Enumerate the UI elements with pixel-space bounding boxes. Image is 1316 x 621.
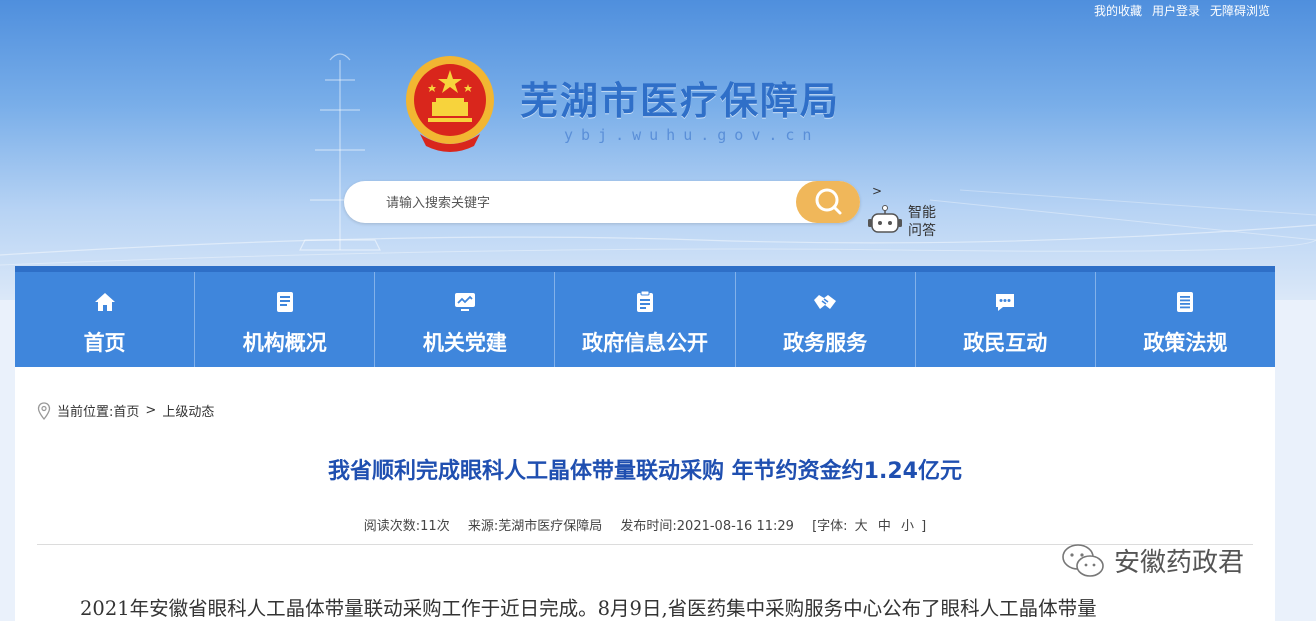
monitor-icon	[454, 293, 475, 311]
nav-item-gov-services[interactable]: 政务服务	[736, 272, 916, 367]
article-first-paragraph: 2021年安徽省眼科人工晶体带量联动采购工作于近日完成。8月9日,省医药集中采购…	[80, 597, 1097, 620]
national-emblem-logo	[406, 56, 494, 152]
site-domain: ybj.wuhu.gov.cn	[564, 126, 820, 144]
breadcrumb-home-link[interactable]: 首页	[113, 401, 139, 420]
smart-qa-arrow: >	[872, 184, 883, 198]
view-count: 阅读次数:11次	[363, 519, 450, 534]
list-icon	[1177, 292, 1194, 312]
watermark: 安徽药政君	[1060, 542, 1244, 579]
nav-item-label: 政务服务	[783, 331, 868, 355]
search-input[interactable]	[384, 191, 788, 215]
clipboard-icon	[636, 290, 653, 312]
breadcrumb: 当前位置: 首页 > 上级动态	[37, 401, 214, 420]
font-size-close: ]	[921, 519, 927, 534]
font-size-medium[interactable]: 中	[878, 519, 891, 534]
handshake-icon	[814, 295, 837, 309]
font-size-large[interactable]: 大	[855, 519, 868, 534]
chat-icon	[996, 294, 1015, 311]
nav-item-label: 机构概况	[242, 331, 327, 355]
article-panel: 当前位置: 首页 > 上级动态 我省顺利完成眼科人工晶体带量联动采购 年节约资金…	[15, 367, 1275, 621]
article-title: 我省顺利完成眼科人工晶体带量联动采购 年节约资金约1.24亿元	[328, 459, 962, 484]
nav-item-label: 机关党建	[422, 331, 507, 355]
wechat-icon	[1062, 543, 1104, 577]
nav-item-label: 政府信息公开	[581, 331, 708, 355]
article-meta: 阅读次数:11次 来源:芜湖市医疗保障局 发布时间:2021-08-16 11:…	[15, 515, 1275, 534]
breadcrumb-current-link[interactable]: 上级动态	[162, 401, 214, 420]
nav-item-label: 首页	[83, 331, 126, 355]
article-source: 来源:芜湖市医疗保障局	[467, 519, 603, 534]
nav-item-home[interactable]: 首页	[15, 272, 196, 367]
watermark-text: 安徽药政君	[1114, 548, 1245, 578]
site-title: 芜湖市医疗保障局	[520, 79, 841, 123]
search-button[interactable]	[796, 181, 860, 223]
main-nav: 首页 机构概况 机关党建 政府信息公开 政务服务 政民互动 政策法规	[15, 266, 1275, 367]
location-pin-icon	[37, 401, 51, 420]
breadcrumb-prefix: 当前位置:	[57, 405, 114, 420]
nav-item-institution[interactable]: 机构概况	[195, 272, 376, 367]
font-size-label: [字体:	[812, 519, 848, 534]
publish-time: 发布时间:2021-08-16 11:29	[620, 519, 794, 534]
search-bar	[344, 181, 860, 223]
robot-icon	[868, 205, 902, 233]
nav-item-label: 政民互动	[963, 331, 1048, 355]
nav-item-party-building[interactable]: 机关党建	[375, 272, 556, 367]
smart-qa-entry[interactable]: > 智能问答	[868, 184, 948, 240]
user-login-link[interactable]: 用户登录	[1152, 2, 1200, 19]
home-icon	[94, 293, 115, 311]
nav-item-policies[interactable]: 政策法规	[1096, 272, 1275, 367]
nav-item-label: 政策法规	[1143, 331, 1228, 355]
font-size-small[interactable]: 小	[901, 519, 914, 534]
breadcrumb-separator: >	[145, 403, 157, 418]
nav-item-info-disclosure[interactable]: 政府信息公开	[555, 272, 736, 367]
decorative-lines	[0, 53, 1316, 266]
top-links: 我的收藏 用户登录 无障碍浏览	[1094, 2, 1270, 19]
search-icon	[815, 188, 842, 215]
accessibility-link[interactable]: 无障碍浏览	[1210, 2, 1270, 19]
nav-item-interaction[interactable]: 政民互动	[916, 272, 1096, 367]
my-favorites-link[interactable]: 我的收藏	[1094, 2, 1142, 19]
header-banner	[0, 0, 1316, 300]
document-icon	[276, 292, 293, 312]
smart-qa-label: 智能问答	[908, 205, 936, 239]
